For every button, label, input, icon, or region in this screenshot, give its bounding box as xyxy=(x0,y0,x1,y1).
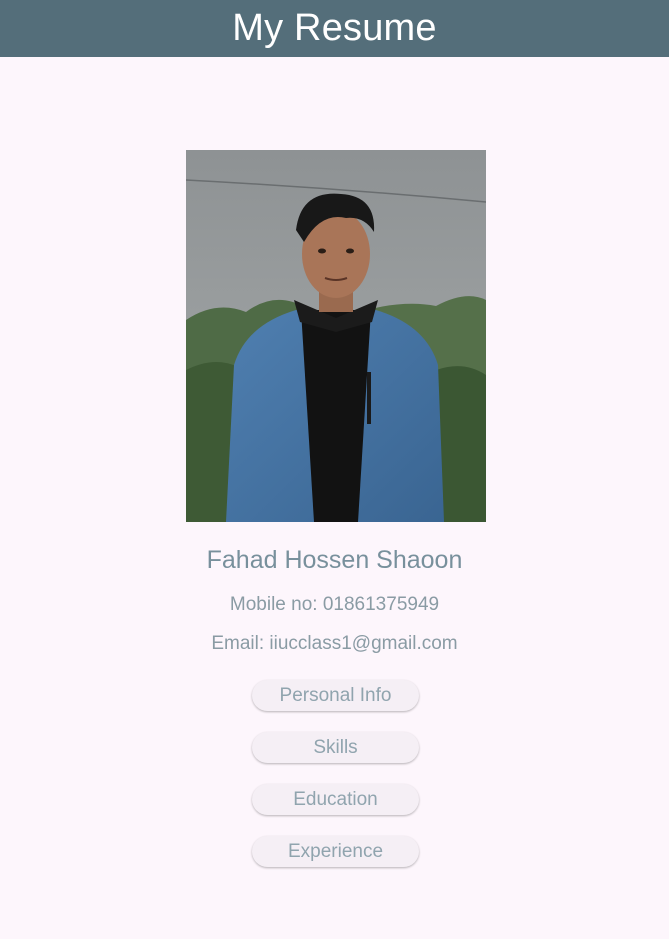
profile-photo xyxy=(186,150,486,522)
email-address: Email: iiucclass1@gmail.com xyxy=(211,633,458,654)
app-title: My Resume xyxy=(232,7,437,49)
app-bar: My Resume xyxy=(0,0,669,57)
education-button[interactable]: Education xyxy=(252,784,419,815)
profile-name: Fahad Hossen Shaoon xyxy=(206,546,463,574)
experience-button[interactable]: Experience xyxy=(252,836,419,867)
skills-button[interactable]: Skills xyxy=(252,732,419,763)
mobile-number: Mobile no: 01861375949 xyxy=(229,594,440,615)
personal-info-button[interactable]: Personal Info xyxy=(252,680,419,711)
